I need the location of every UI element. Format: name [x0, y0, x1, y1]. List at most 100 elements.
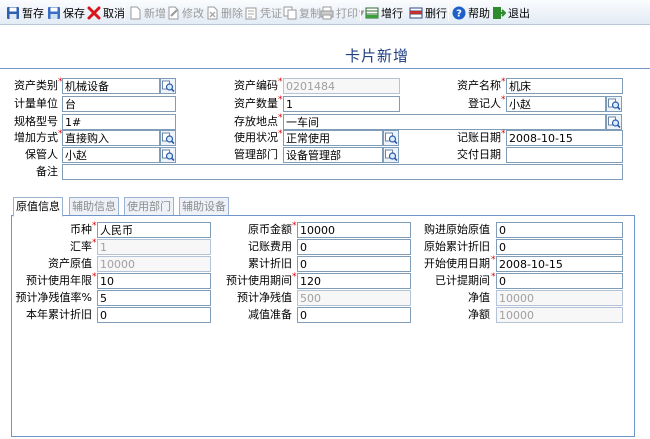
svg-text:?: ?	[456, 8, 462, 19]
residual-rate-input[interactable]	[97, 290, 211, 306]
booking-date-label: 记账日期	[457, 131, 501, 144]
new-document-icon	[128, 6, 142, 20]
delivery-date-input[interactable]	[506, 147, 623, 163]
asset-original-value-label: 资产原值	[48, 257, 92, 270]
custodian-input[interactable]	[62, 147, 160, 163]
unit-input[interactable]	[62, 96, 176, 112]
department-input[interactable]	[283, 147, 383, 163]
registrant-lookup-button[interactable]	[606, 96, 622, 112]
net-value-input[interactable]	[496, 290, 623, 306]
new-button[interactable]: 新增	[128, 4, 166, 21]
voucher-button[interactable]: 凭证	[244, 4, 282, 21]
magnifier-icon	[385, 149, 398, 162]
booking-fee-input[interactable]	[297, 239, 411, 255]
original-amount-input[interactable]	[297, 222, 411, 238]
booking-fee-label: 记账费用	[248, 240, 292, 253]
accumulated-depreciation-input[interactable]	[297, 256, 411, 272]
year-depreciation-input[interactable]	[97, 307, 211, 323]
asset-name-input[interactable]	[506, 78, 623, 94]
voucher-icon	[244, 6, 258, 20]
remarks-input[interactable]	[62, 164, 623, 180]
impairment-input[interactable]	[297, 307, 411, 323]
year-depreciation-label: 本年累计折旧	[26, 308, 92, 321]
help-button[interactable]: ? 帮助	[452, 4, 490, 21]
magnifier-icon	[608, 116, 621, 129]
tab-auxiliary-equipment[interactable]: 辅助设备	[179, 197, 229, 216]
asset-category-label: 资产类别	[14, 79, 58, 92]
voucher-label: 凭证	[260, 6, 282, 20]
required-mark: *	[292, 272, 297, 282]
required-mark: *	[278, 95, 283, 105]
toolbar-separator	[448, 4, 449, 21]
magnifier-icon	[385, 132, 398, 145]
required-mark: *	[278, 113, 283, 123]
tab-original-value[interactable]: 原值信息	[13, 197, 63, 217]
delete-label: 删除	[221, 6, 243, 20]
toolbar-separator	[124, 4, 125, 21]
location-lookup-button[interactable]	[606, 114, 622, 130]
tab-using-department[interactable]: 使用部门	[124, 197, 174, 216]
net-amount-label: 净额	[468, 308, 490, 321]
exit-button[interactable]: 退出	[492, 4, 530, 21]
usage-status-input[interactable]	[283, 130, 383, 146]
required-mark: *	[491, 255, 496, 265]
save-draft-button[interactable]: 暂存	[6, 4, 44, 21]
location-input[interactable]	[283, 114, 606, 130]
modify-button[interactable]: 修改	[166, 4, 204, 21]
spec-model-input[interactable]	[62, 114, 176, 130]
required-mark: *	[92, 272, 97, 282]
exchange-rate-label: 汇率	[70, 240, 92, 253]
required-mark: *	[501, 95, 506, 105]
used-periods-input[interactable]	[496, 273, 623, 289]
required-mark: *	[92, 238, 97, 248]
exchange-rate-input[interactable]	[97, 239, 211, 255]
magnifier-icon	[608, 98, 621, 111]
delete-row-icon	[409, 6, 423, 20]
booking-date-input[interactable]	[506, 130, 623, 146]
custodian-lookup-button[interactable]	[160, 147, 176, 163]
department-lookup-button[interactable]	[383, 147, 399, 163]
life-periods-label: 预计使用期间	[226, 274, 292, 287]
add-method-lookup-button[interactable]	[160, 130, 176, 146]
location-label: 存放地点	[234, 115, 278, 128]
help-label: 帮助	[468, 6, 490, 20]
asset-category-input[interactable]	[62, 78, 160, 94]
add-method-input[interactable]	[62, 130, 160, 146]
tab-auxiliary-info[interactable]: 辅助信息	[69, 197, 119, 216]
add-row-button[interactable]: 增行	[365, 4, 403, 21]
original-accumulated-depreciation-input[interactable]	[496, 239, 623, 255]
quantity-input[interactable]	[283, 96, 400, 112]
required-mark: *	[292, 221, 297, 231]
delete-row-button[interactable]: 删行	[409, 4, 447, 21]
department-label: 管理部门	[234, 148, 278, 161]
delete-button[interactable]: 删除	[205, 4, 243, 21]
start-date-input[interactable]	[496, 256, 623, 272]
residual-value-input[interactable]	[297, 290, 411, 306]
magnifier-icon	[162, 149, 175, 162]
copy-label: 复制	[299, 6, 321, 20]
purchase-original-input[interactable]	[496, 222, 623, 238]
required-mark: *	[491, 272, 496, 282]
life-years-input[interactable]	[97, 273, 211, 289]
used-periods-label: 已计提期间	[435, 274, 490, 287]
asset-category-lookup-button[interactable]	[160, 78, 176, 94]
currency-input[interactable]	[97, 222, 211, 238]
copy-icon	[283, 6, 297, 20]
page-title: 卡片新增	[345, 47, 410, 65]
asset-name-label: 资产名称	[457, 79, 501, 92]
life-periods-input[interactable]	[297, 273, 411, 289]
net-amount-input[interactable]	[496, 307, 623, 323]
asset-code-input[interactable]	[283, 78, 400, 94]
asset-original-value-input[interactable]	[97, 256, 211, 272]
print-button[interactable]: 打印 ▼	[320, 4, 364, 21]
usage-status-lookup-button[interactable]	[383, 130, 399, 146]
save-draft-label: 暂存	[22, 6, 44, 20]
save-button[interactable]: 保存	[47, 4, 85, 21]
cancel-button[interactable]: 取消	[87, 4, 125, 21]
edit-pencil-icon	[166, 6, 180, 20]
quantity-label: 资产数量	[234, 97, 278, 110]
copy-button[interactable]: 复制	[283, 4, 321, 21]
printer-icon	[320, 6, 334, 20]
registrant-input[interactable]	[506, 96, 606, 112]
required-mark: *	[278, 129, 283, 139]
